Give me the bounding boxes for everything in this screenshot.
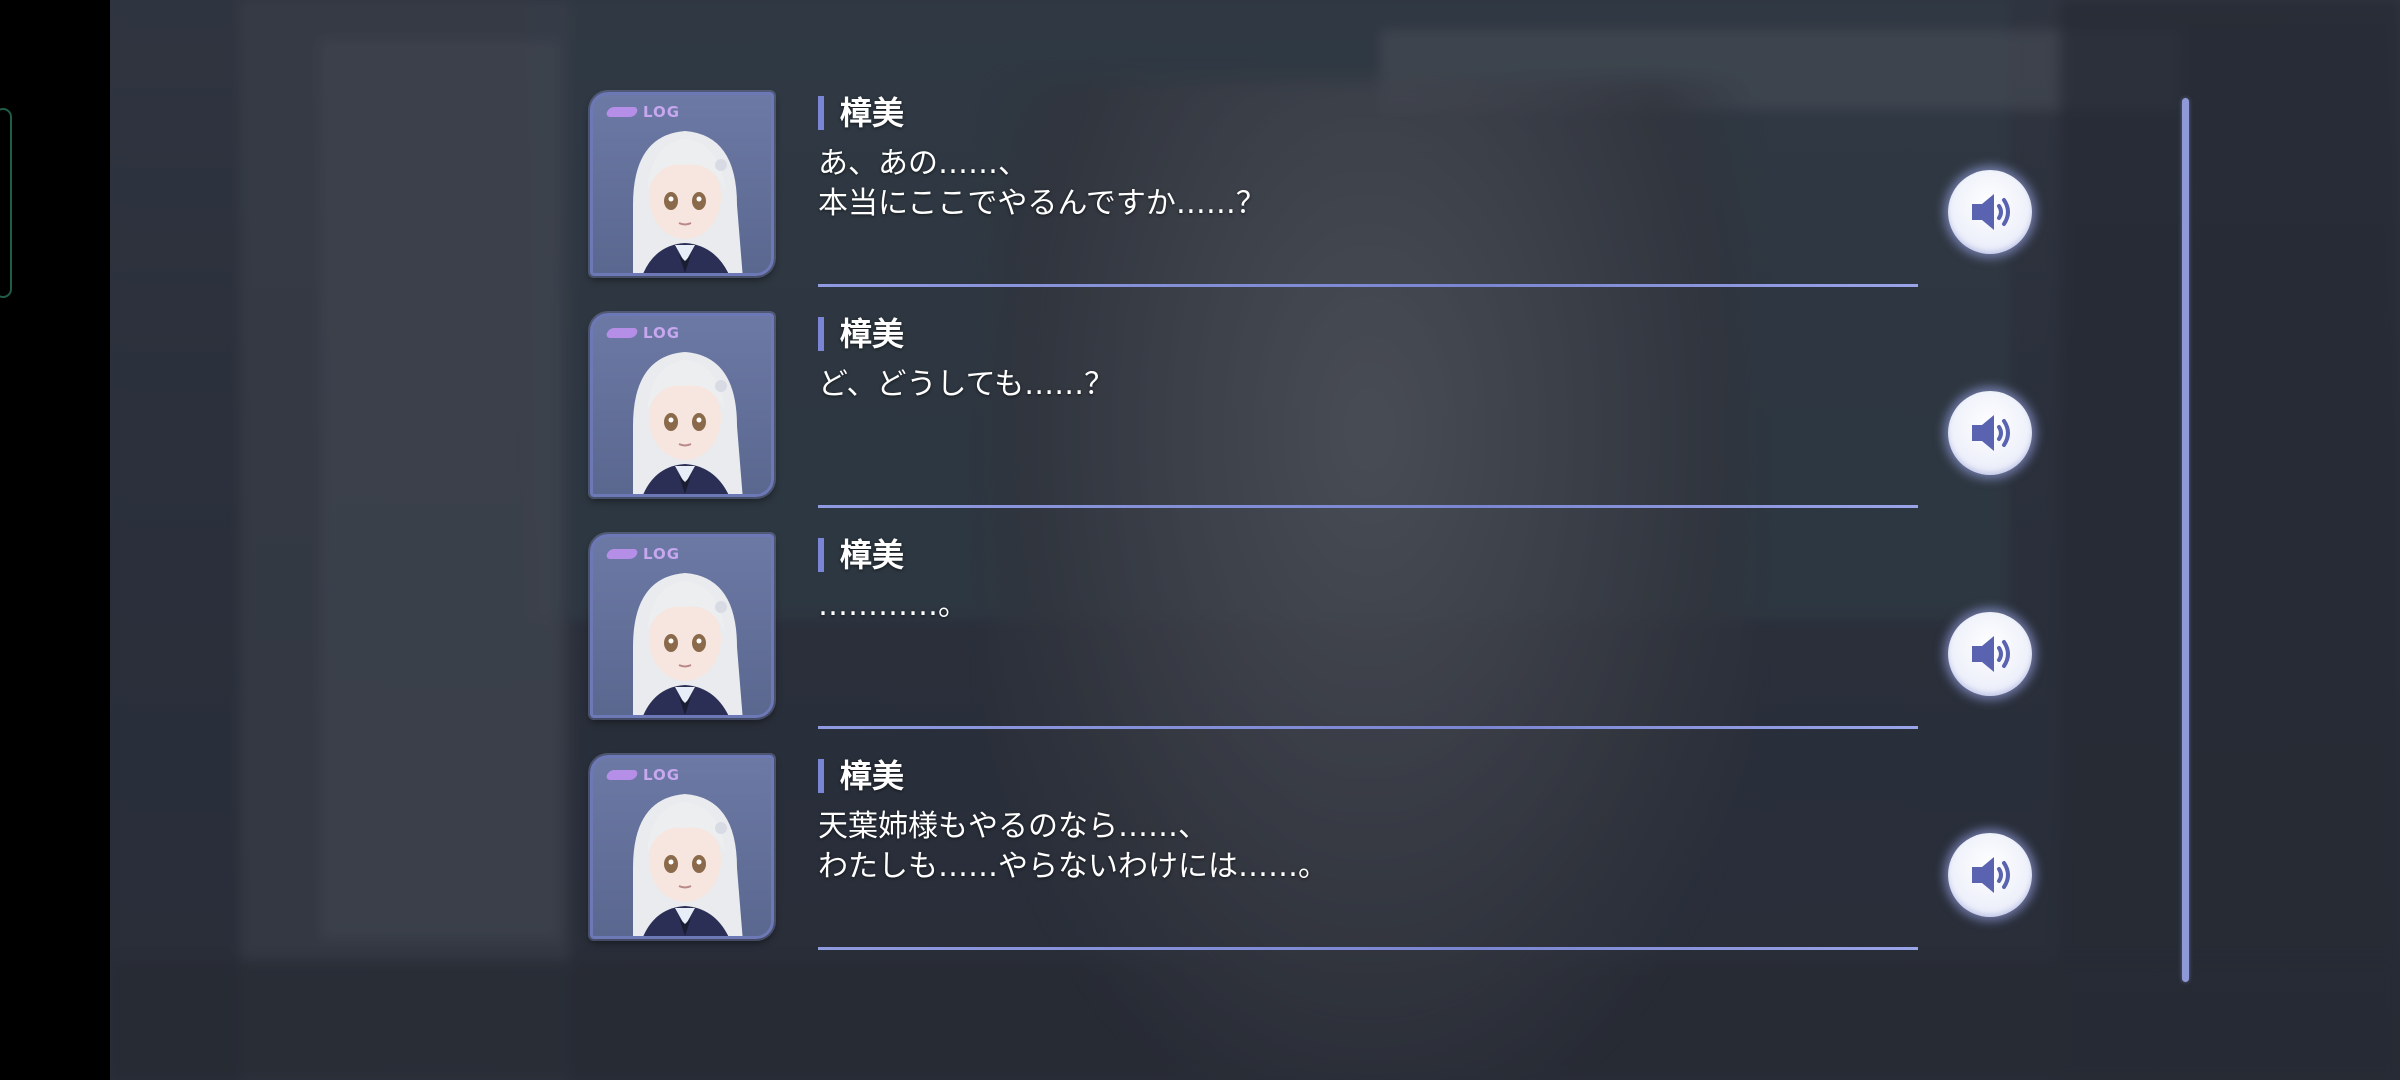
- game-screen: LOG 樟美 あ、あの……、 本当にここでやるんですか……？ LOG 樟美 ど、…: [0, 0, 2400, 1080]
- log-tag-pill: [605, 328, 639, 338]
- entry-divider: [818, 947, 1918, 950]
- log-entry: LOG 樟美 …………。: [590, 534, 2032, 734]
- speaker-name: 樟美: [840, 757, 905, 795]
- log-tag-pill: [605, 549, 639, 559]
- log-tag: LOG: [643, 103, 681, 121]
- speaker-icon: [1972, 194, 2010, 230]
- log-tag-pill: [605, 770, 639, 780]
- log-tag: LOG: [643, 545, 681, 563]
- entry-divider: [818, 284, 1918, 287]
- log-entry: LOG 樟美 天葉姉様もやるのなら……、 わたしも……やらないわけには……。: [590, 755, 2032, 955]
- dialogue-line: ど、どうしても……？: [818, 367, 1115, 402]
- speaker-icon: [1972, 636, 2010, 672]
- speaker-accent-bar: [818, 538, 824, 572]
- dialogue-line: …………。: [818, 588, 968, 623]
- voice-replay-button[interactable]: [1948, 391, 2032, 475]
- portrait-icon: [633, 573, 743, 715]
- speaker-accent-bar: [818, 96, 824, 130]
- entry-divider: [818, 726, 1918, 729]
- log-entry: LOG 樟美 ど、どうしても……？: [590, 313, 2032, 513]
- log-tag-pill: [605, 107, 639, 117]
- character-portrait: LOG: [590, 534, 774, 718]
- backlog-list[interactable]: LOG 樟美 あ、あの……、 本当にここでやるんですか……？ LOG 樟美 ど、…: [110, 0, 2400, 1080]
- speaker-name: 樟美: [840, 315, 905, 353]
- speaker-name: 樟美: [840, 94, 905, 132]
- log-tag: LOG: [643, 324, 681, 342]
- backlog-scrollbar[interactable]: [2182, 98, 2189, 982]
- portrait-icon: [633, 131, 743, 273]
- camera-cutout-edge: [0, 108, 12, 298]
- character-portrait: LOG: [590, 755, 774, 939]
- dialogue-line: あ、あの……、: [818, 146, 1028, 181]
- dialogue-line: 天葉姉様もやるのなら……、: [818, 809, 1208, 844]
- character-portrait: LOG: [590, 313, 774, 497]
- entry-divider: [818, 505, 1918, 508]
- log-tag: LOG: [643, 766, 681, 784]
- speaker-accent-bar: [818, 317, 824, 351]
- speaker-accent-bar: [818, 759, 824, 793]
- dialogue-line: 本当にここでやるんですか……？: [818, 186, 1266, 221]
- character-portrait: LOG: [590, 92, 774, 276]
- voice-replay-button[interactable]: [1948, 170, 2032, 254]
- speaker-name: 樟美: [840, 536, 905, 574]
- portrait-icon: [633, 352, 743, 494]
- speaker-icon: [1972, 415, 2010, 451]
- backlog-scene: LOG 樟美 あ、あの……、 本当にここでやるんですか……？ LOG 樟美 ど、…: [110, 0, 2400, 1080]
- speaker-icon: [1972, 857, 2010, 893]
- portrait-icon: [633, 794, 743, 936]
- voice-replay-button[interactable]: [1948, 612, 2032, 696]
- dialogue-line: わたしも……やらないわけには……。: [818, 849, 1328, 884]
- log-entry: LOG 樟美 あ、あの……、 本当にここでやるんですか……？: [590, 92, 2032, 292]
- voice-replay-button[interactable]: [1948, 833, 2032, 917]
